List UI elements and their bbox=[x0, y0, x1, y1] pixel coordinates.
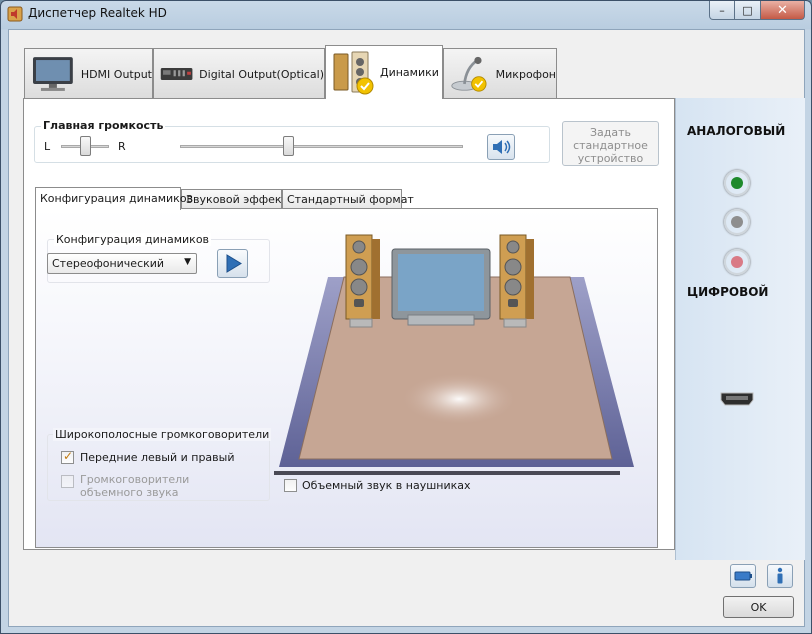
jack-green-output[interactable] bbox=[724, 170, 750, 196]
jack-pink-input[interactable] bbox=[724, 249, 750, 275]
set-default-device-button[interactable]: Задать стандартное устройство bbox=[562, 121, 659, 166]
speakers-icon bbox=[333, 51, 374, 94]
balance-right-label: R bbox=[118, 140, 126, 153]
tab-default-format[interactable]: Стандартный формат bbox=[282, 189, 414, 209]
play-icon bbox=[226, 254, 242, 273]
realtek-speaker-icon bbox=[7, 6, 23, 22]
maximize-button[interactable]: □ bbox=[735, 1, 761, 20]
volume-slider-thumb[interactable] bbox=[282, 136, 294, 156]
microphone-icon bbox=[451, 56, 487, 92]
play-test-button[interactable] bbox=[217, 249, 248, 278]
device-advanced-button[interactable] bbox=[730, 564, 756, 588]
window-title: Диспетчер Realtek HD bbox=[28, 6, 167, 20]
wideband-title: Широкополосные громкоговорители bbox=[53, 428, 272, 441]
tab-speakers[interactable]: Динамики bbox=[325, 45, 443, 99]
speaker-config-title: Конфигурация динамиков bbox=[54, 233, 212, 246]
analog-heading: АНАЛОГОВЫЙ bbox=[687, 124, 786, 138]
speaker-config-panel: Конфигурация динамиков Стереофонический … bbox=[35, 208, 658, 548]
ok-button[interactable]: OK bbox=[723, 596, 794, 618]
title-bar[interactable]: Диспетчер Realtek HD – □ ✕ bbox=[1, 1, 811, 27]
connector-panel: АНАЛОГОВЫЙ ЦИФРОВОЙ bbox=[675, 98, 805, 560]
tab-speakers-label: Динамики bbox=[380, 66, 439, 79]
chevron-down-icon: ▼ bbox=[184, 257, 191, 267]
main-volume-title: Главная громкость bbox=[41, 119, 166, 132]
headphones-surround-label: Объемный звук в наушниках bbox=[302, 479, 471, 492]
tab-microphone[interactable]: Микрофон bbox=[443, 48, 557, 99]
front-left-right-checkbox[interactable]: ✓ bbox=[61, 449, 74, 464]
speaker-volume-icon bbox=[493, 140, 511, 154]
surround-speakers-checkbox[interactable] bbox=[61, 475, 74, 488]
surround-speakers-label: Громкоговорители объемного звука bbox=[80, 473, 190, 499]
balance-slider-thumb[interactable] bbox=[80, 136, 91, 156]
client-area: HDMI Output Digital Output(Optical) Дина… bbox=[8, 29, 805, 627]
volume-slider-track[interactable] bbox=[180, 145, 463, 148]
tab-digital-output[interactable]: Digital Output(Optical) bbox=[153, 48, 325, 99]
jack-gray-output[interactable] bbox=[724, 209, 750, 235]
headphones-surround-checkbox[interactable] bbox=[284, 479, 297, 492]
close-button[interactable]: ✕ bbox=[761, 1, 805, 20]
tab-hdmi-output-label: HDMI Output bbox=[80, 67, 152, 81]
hdmi-port-icon[interactable] bbox=[720, 392, 754, 406]
tab-microphone-label: Микрофон bbox=[495, 67, 556, 81]
balance-left-label: L bbox=[44, 140, 51, 153]
mute-button[interactable] bbox=[487, 134, 515, 160]
wideband-speakers-group: Широкополосные громкоговорители ✓ Передн… bbox=[47, 428, 272, 501]
info-button[interactable] bbox=[767, 564, 793, 588]
speaker-config-value: Стереофонический bbox=[52, 257, 165, 270]
info-icon bbox=[777, 567, 783, 584]
tab-digital-output-label: Digital Output(Optical) bbox=[199, 67, 324, 81]
tab-sound-effects[interactable]: Звуковой эффект bbox=[181, 189, 288, 209]
main-volume-group: Главная громкость L R bbox=[34, 119, 550, 163]
battery-icon bbox=[734, 571, 752, 581]
tab-speaker-config[interactable]: Конфигурация динамиков bbox=[35, 187, 193, 210]
check-mark-icon: ✓ bbox=[63, 449, 74, 463]
speakers-panel: Главная громкость L R Задать стандартное… bbox=[23, 98, 675, 550]
front-left-right-label: Передние левый и правый bbox=[80, 451, 235, 464]
optical-device-icon bbox=[160, 67, 193, 81]
minimize-button[interactable]: – bbox=[709, 1, 735, 20]
speaker-config-select[interactable]: Стереофонический ▼ bbox=[47, 253, 197, 274]
digital-heading: ЦИФРОВОЙ bbox=[687, 285, 769, 299]
speaker-room-illustration bbox=[274, 234, 634, 475]
monitor-icon bbox=[32, 57, 73, 91]
tab-hdmi-output[interactable]: HDMI Output bbox=[24, 48, 153, 99]
app-window: Диспетчер Realtek HD – □ ✕ HDMI Output D… bbox=[0, 0, 812, 634]
